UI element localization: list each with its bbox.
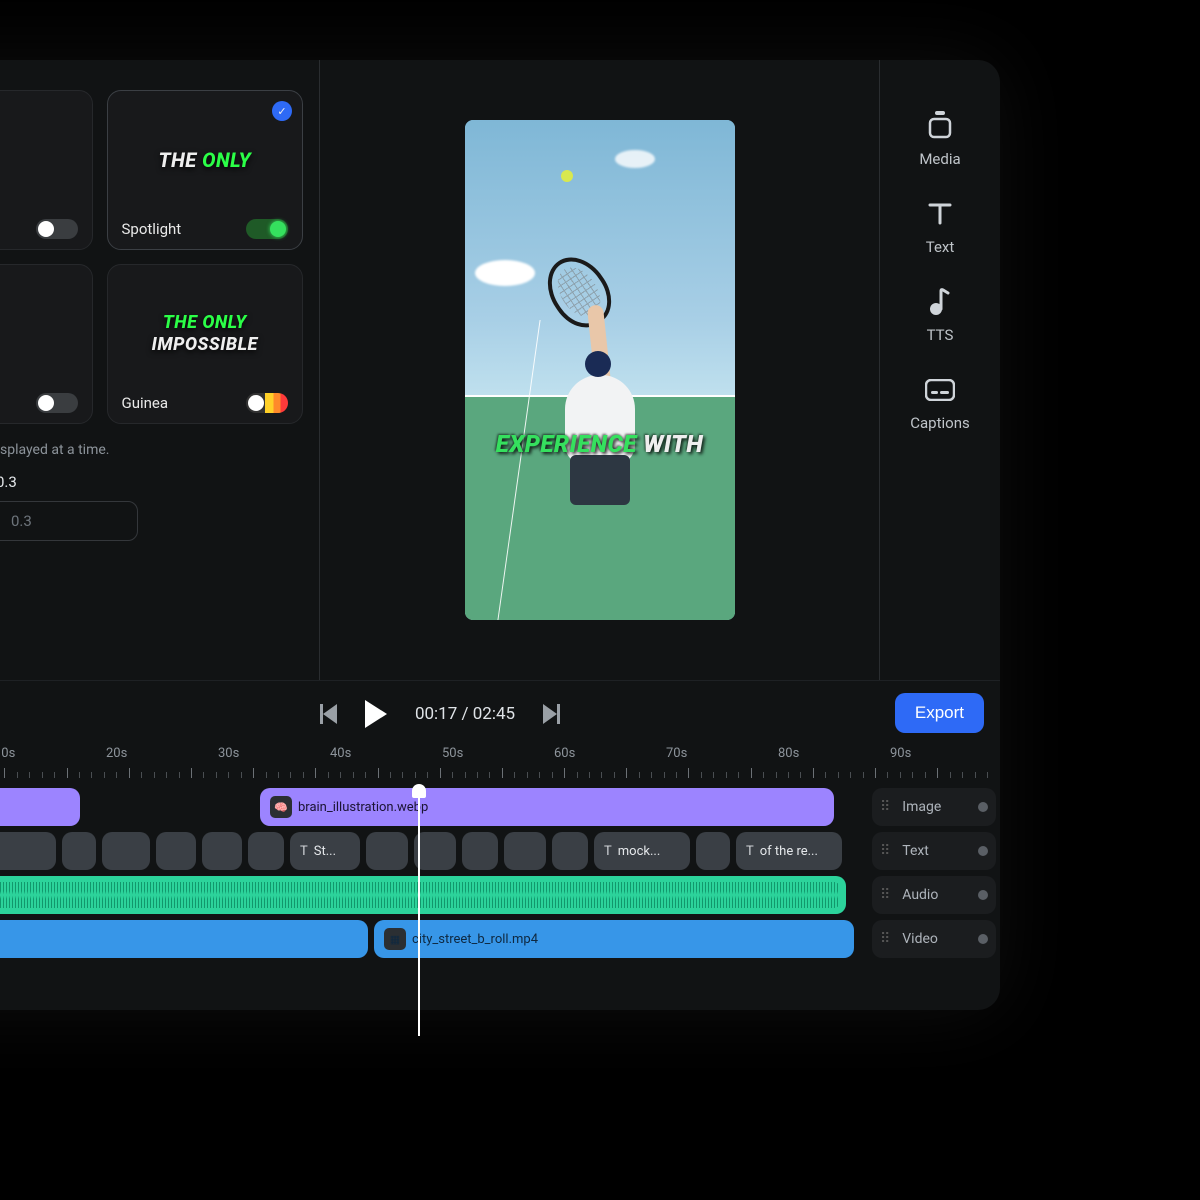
preview-panel: EXPERIENCE WITH <box>320 60 880 680</box>
upper-pane: NLY ✓ THE ONLY Spotlight <box>0 60 1000 680</box>
export-button[interactable]: Export <box>895 693 984 733</box>
track-label-audio[interactable]: ⠿ Audio <box>872 876 996 914</box>
style-card-guinea[interactable]: THE ONLY IMPOSSIBLE Guinea <box>107 264 304 424</box>
text-clip-of-the-re[interactable]: Tof the re... <box>736 832 842 870</box>
min-row[interactable]: ⌄ Min 0.3 <box>0 472 303 491</box>
timeline-tracks: 🧠 brain_illustration.webp ⠿ Image Diffus… <box>0 782 1000 964</box>
play-button[interactable] <box>365 700 387 728</box>
style-toggle[interactable] <box>246 393 288 413</box>
skip-forward-button[interactable] <box>543 704 560 724</box>
clip-thumbnail-icon: 🧠 <box>270 796 292 818</box>
style-card-spotlight[interactable]: ✓ THE ONLY Spotlight <box>107 90 304 250</box>
audio-clip[interactable] <box>0 876 846 914</box>
track-video[interactable]: ebm ▦ city_street_b_roll.mp4 ⠿ Video <box>0 920 870 958</box>
text-clip[interactable] <box>202 832 242 870</box>
grip-icon[interactable]: ⠿ <box>880 887 892 903</box>
style-grid: NLY ✓ THE ONLY Spotlight <box>0 90 303 424</box>
helper-text: of words to be displayed at a time. <box>0 442 303 458</box>
style-card-partial-left-top[interactable]: NLY <box>0 90 93 250</box>
text-clip-st[interactable]: TSt... <box>290 832 360 870</box>
skip-back-button[interactable] <box>320 704 337 724</box>
text-clip[interactable] <box>504 832 546 870</box>
track-text[interactable]: Diffusi... TSt... Tmock... Tof the re...… <box>0 832 870 870</box>
image-clip[interactable] <box>0 788 80 826</box>
transport-bar: 00:17 / 02:45 Export <box>0 680 1000 746</box>
text-icon: T <box>300 844 308 859</box>
video-clip-ebm[interactable]: ebm <box>0 920 368 958</box>
style-name: Guinea <box>122 394 169 412</box>
text-clip[interactable] <box>462 832 498 870</box>
grip-icon[interactable]: ⠿ <box>880 843 892 859</box>
eye-icon[interactable] <box>978 934 988 944</box>
text-clip[interactable] <box>102 832 150 870</box>
eye-icon[interactable] <box>978 846 988 856</box>
media-button[interactable]: Media <box>919 110 960 168</box>
text-clip-mock[interactable]: Tmock... <box>594 832 690 870</box>
timecode: 00:17 / 02:45 <box>415 704 515 724</box>
preview-canvas[interactable]: EXPERIENCE WITH <box>465 120 735 620</box>
caption-overlay: EXPERIENCE WITH <box>496 430 703 458</box>
style-name: Spotlight <box>122 220 182 238</box>
style-preview-text: THE ONLY <box>158 148 251 172</box>
tts-button[interactable]: TTS <box>924 286 956 344</box>
image-clip-brain[interactable]: 🧠 brain_illustration.webp <box>260 788 834 826</box>
track-audio[interactable]: ⠿ Audio <box>0 876 870 914</box>
playhead[interactable] <box>418 796 420 1036</box>
caption-styles-panel: NLY ✓ THE ONLY Spotlight <box>0 60 320 680</box>
video-editor-window: NLY ✓ THE ONLY Spotlight <box>0 60 1000 1010</box>
style-toggle[interactable] <box>246 219 288 239</box>
captions-button[interactable]: Captions <box>910 374 969 432</box>
text-icon: T <box>604 844 612 859</box>
text-clip[interactable] <box>696 832 730 870</box>
text-button[interactable]: Text <box>924 198 956 256</box>
style-toggle[interactable] <box>36 219 78 239</box>
style-preview-text: THE ONLY IMPOSSIBLE <box>152 312 258 355</box>
style-toggle[interactable] <box>36 393 78 413</box>
grip-icon[interactable]: ⠿ <box>880 931 892 947</box>
captions-icon <box>924 374 956 406</box>
right-toolbar: Media Text TTS Captions <box>880 60 1000 680</box>
text-clip[interactable] <box>414 832 456 870</box>
tennis-ball-icon <box>561 170 573 182</box>
max-input[interactable]: Max 0.3 <box>0 501 138 541</box>
eye-icon[interactable] <box>978 802 988 812</box>
media-icon <box>924 110 956 142</box>
text-icon: T <box>746 844 754 859</box>
track-label-image[interactable]: ⠿ Image <box>872 788 996 826</box>
text-clip[interactable] <box>552 832 588 870</box>
duration-minmax: ⌄ Min 0.3 Max 0.3 <box>0 472 303 541</box>
grip-icon[interactable]: ⠿ <box>880 799 892 815</box>
text-clip-diffusi[interactable]: Diffusi... <box>0 832 56 870</box>
text-clip[interactable] <box>366 832 408 870</box>
waveform-icon <box>0 882 840 908</box>
text-icon <box>924 198 956 230</box>
timeline-ruler[interactable]: 0s10s20s30s40s50s60s70s80s90s <box>0 746 1000 782</box>
text-clip[interactable] <box>62 832 96 870</box>
text-clip[interactable] <box>248 832 284 870</box>
clip-thumbnail-icon: ▦ <box>384 928 406 950</box>
eye-icon[interactable] <box>978 890 988 900</box>
track-label-video[interactable]: ⠿ Video <box>872 920 996 958</box>
video-clip-city[interactable]: ▦ city_street_b_roll.mp4 <box>374 920 854 958</box>
track-image[interactable]: 🧠 brain_illustration.webp ⠿ Image <box>0 788 870 826</box>
track-label-text[interactable]: ⠿ Text <box>872 832 996 870</box>
style-card-partial-left-bottom[interactable]: ossible y <box>0 264 93 424</box>
text-clip[interactable] <box>156 832 196 870</box>
min-value: 0.3 <box>0 473 17 491</box>
music-note-icon <box>924 286 956 318</box>
max-placeholder: 0.3 <box>11 512 32 530</box>
